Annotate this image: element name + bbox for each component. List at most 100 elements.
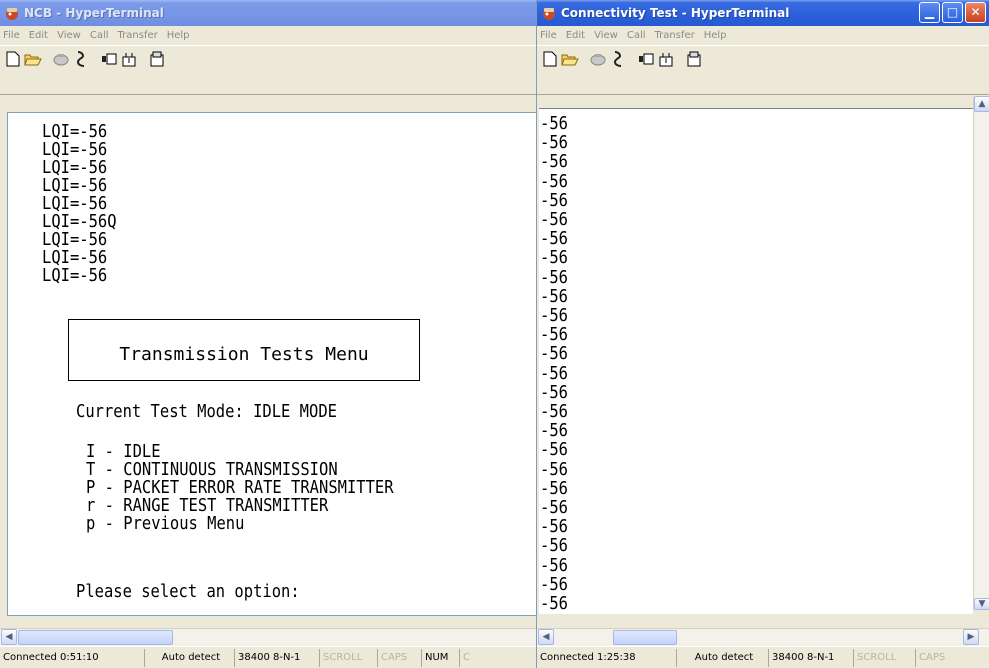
title-bar[interactable]: Connectivity Test - HyperTerminal ▁ □ ✕	[537, 0, 989, 26]
maximize-icon: □	[946, 5, 959, 19]
menu-view[interactable]: View	[594, 30, 618, 41]
terminal-output-line: -56	[540, 189, 568, 211]
send-button[interactable]	[637, 50, 655, 68]
disconnect-button[interactable]	[52, 50, 70, 68]
properties-icon	[687, 51, 701, 67]
menu-title: Transmission Tests Menu	[119, 344, 369, 365]
scroll-right-button[interactable]: ▶	[963, 629, 979, 645]
menu-transfer[interactable]: Transfer	[118, 30, 158, 41]
terminal-output-line: -56	[540, 477, 568, 499]
close-icon: ✕	[970, 5, 981, 19]
terminal-output-line: -56	[540, 439, 568, 461]
open-button[interactable]	[561, 50, 579, 68]
new-button[interactable]	[4, 50, 22, 68]
scroll-thumb[interactable]	[613, 630, 677, 645]
scroll-down-button[interactable]: ▼	[974, 598, 989, 610]
menu-bar: File Edit View Call Transfer Help	[0, 26, 536, 45]
menu-transfer[interactable]: Transfer	[655, 30, 695, 41]
menu-edit[interactable]: Edit	[566, 30, 585, 41]
properties-icon	[150, 51, 164, 67]
terminal-output-line: -56	[540, 170, 568, 192]
detect-status: Auto detect	[677, 648, 769, 667]
close-button[interactable]: ✕	[965, 2, 986, 23]
current-mode-line: Current Test Mode: IDLE MODE	[76, 401, 337, 422]
connection-status: Connected 0:51:10	[0, 648, 145, 667]
terminal-output-line: -56	[540, 458, 568, 480]
toolbar	[0, 45, 536, 95]
maximize-button[interactable]: □	[942, 2, 963, 23]
scroll-left-button[interactable]: ◀	[538, 629, 554, 645]
ncb-hyperterminal-window: NCB - HyperTerminal File Edit View Call …	[0, 0, 537, 668]
open-button[interactable]	[24, 50, 42, 68]
properties-button[interactable]	[148, 50, 166, 68]
scroll-indicator: SCROLL	[320, 648, 378, 667]
disconnect-icon	[53, 54, 69, 66]
menu-bar: File Edit View Call Transfer Help	[537, 26, 989, 45]
window-title: Connectivity Test - HyperTerminal	[561, 6, 790, 20]
menu-help[interactable]: Help	[704, 30, 727, 41]
menu-call[interactable]: Call	[90, 30, 109, 41]
terminal-screen[interactable]: -56 -56 -56 -56 -56 -56 -56 -56 -56 -56 -56 -56 -56-…	[539, 108, 973, 614]
title-bar[interactable]: NCB - HyperTerminal	[0, 0, 536, 26]
menu-view[interactable]: View	[57, 30, 81, 41]
terminal-output-line: -56	[540, 343, 568, 365]
open-icon	[24, 54, 42, 65]
terminal-output-line: -56	[540, 209, 568, 230]
disconnect-button[interactable]	[589, 50, 607, 68]
menu-edit[interactable]: Edit	[29, 30, 48, 41]
receive-icon	[122, 52, 136, 66]
connect-button[interactable]	[609, 50, 627, 68]
connect-button[interactable]	[72, 50, 90, 68]
scroll-thumb[interactable]	[18, 630, 173, 645]
connectivity-test-window: Connectivity Test - HyperTerminal ▁ □ ✕ …	[537, 0, 989, 668]
horizontal-scrollbar[interactable]: ◀ ▶	[537, 628, 989, 646]
terminal-output-line: -56	[540, 401, 568, 422]
caps-indicator: CAPS	[378, 648, 422, 667]
toolbar	[537, 45, 989, 95]
send-icon	[639, 53, 654, 65]
scroll-left-button[interactable]: ◀	[1, 629, 17, 645]
terminal-output-line: -56	[540, 305, 568, 326]
new-icon	[543, 51, 557, 67]
disconnect-icon	[590, 54, 606, 66]
terminal-output-line: -56	[540, 420, 568, 442]
menu-option: p - Previous Menu	[86, 513, 245, 534]
properties-button[interactable]	[685, 50, 703, 68]
scroll-up-button[interactable]: ▲	[974, 96, 989, 112]
scroll-indicator: SCROLL	[854, 648, 916, 667]
port-settings: 38400 8-N-1	[235, 648, 320, 667]
num-indicator: NUM	[422, 648, 460, 667]
status-bar: Connected 1:25:38 Auto detect 38400 8-N-…	[537, 646, 989, 668]
receive-button[interactable]	[120, 50, 138, 68]
terminal-output-line: -56	[540, 573, 568, 595]
receive-button[interactable]	[657, 50, 675, 68]
connect-icon	[76, 51, 85, 67]
terminal-output-line: -56	[540, 554, 568, 576]
new-icon	[6, 51, 20, 67]
hyperterminal-icon	[6, 8, 18, 20]
menu-help[interactable]: Help	[167, 30, 190, 41]
terminal-output-line: -56	[540, 362, 568, 384]
prompt-line: Please select an option:	[76, 581, 300, 602]
menu-file[interactable]: File	[540, 30, 557, 41]
hyperterminal-icon	[543, 8, 555, 20]
horizontal-scrollbar[interactable]: ◀	[0, 628, 536, 646]
caps-indicator: CAPS	[919, 651, 946, 663]
minimize-button[interactable]: ▁	[919, 2, 940, 23]
send-button[interactable]	[100, 50, 118, 68]
terminal-screen[interactable]: LQI=-56 LQI=-56 LQI=-56 LQI=-56 LQI=-56 …	[7, 112, 536, 616]
terminal-output-line: -56	[540, 535, 568, 557]
menu-call[interactable]: Call	[627, 30, 646, 41]
capture-indicator: C	[463, 651, 470, 663]
new-button[interactable]	[541, 50, 559, 68]
menu-file[interactable]: File	[3, 30, 20, 41]
terminal-output-line: -56	[540, 497, 568, 518]
terminal-output-line: -56	[540, 113, 568, 134]
terminal-output-line: -56	[540, 516, 568, 538]
terminal-output-line: -56	[540, 247, 568, 269]
port-settings: 38400 8-N-1	[769, 648, 854, 667]
open-icon	[561, 54, 579, 65]
vertical-scrollbar[interactable]: ▲ ▼	[973, 96, 989, 610]
terminal-output-line: -56	[540, 132, 568, 154]
lqi-line: LQI=-56	[42, 265, 108, 286]
